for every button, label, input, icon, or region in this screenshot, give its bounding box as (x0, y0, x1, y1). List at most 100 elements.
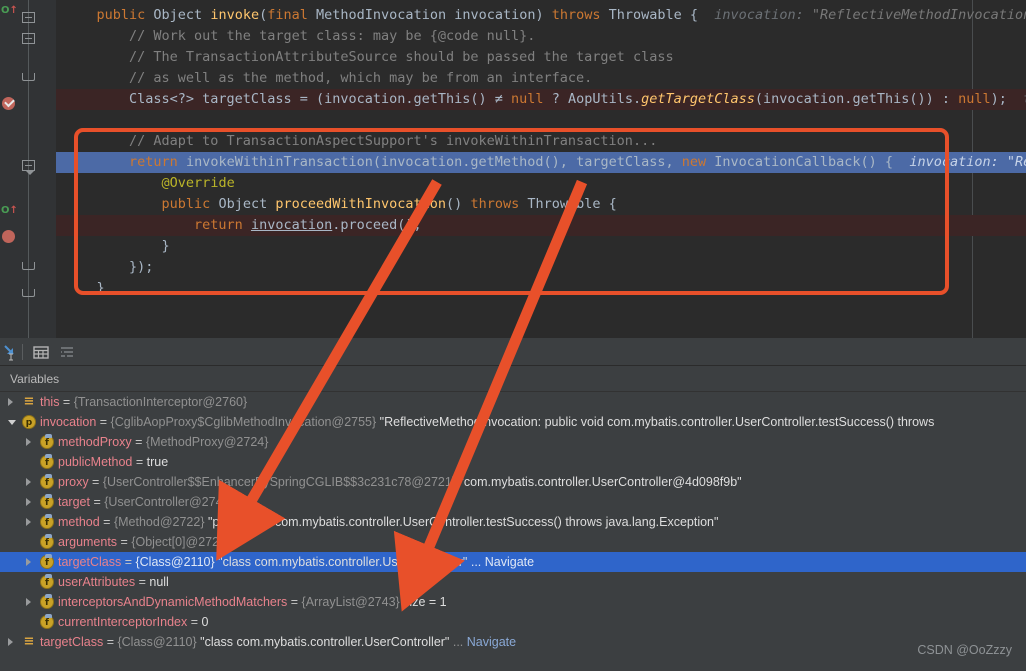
variable-token: "com.mybatis.controller.UserController@4… (456, 475, 742, 489)
code-token: } (64, 280, 105, 296)
code-line[interactable]: @Override (56, 173, 1026, 194)
code-line[interactable]: public Object invoke(final MethodInvocat… (56, 5, 1026, 26)
variable-label: targetClass = {Class@2110} "class com.my… (40, 632, 516, 652)
var-row-userAttributes[interactable]: f userAttributes = null (0, 572, 1026, 592)
code-line[interactable]: public Object proceedWithInvocation() th… (56, 194, 1026, 215)
variable-label: userAttributes = null (58, 572, 169, 592)
code-token: @Override (161, 175, 235, 191)
variable-token: {ArrayList@2743} (301, 595, 400, 609)
code-token: ≠ (494, 91, 512, 107)
var-row-arguments[interactable]: f arguments = {Object[0]@2723} (0, 532, 1026, 552)
chevron-right-icon[interactable] (26, 438, 31, 446)
field-icon: f (40, 474, 54, 489)
var-row-methodProxy[interactable]: f methodProxy = {MethodProxy@2724} (0, 432, 1026, 452)
chevron-right-icon[interactable] (26, 478, 31, 486)
code-token: null (511, 91, 544, 107)
code-fold-icon[interactable] (22, 73, 35, 81)
chevron-right-icon[interactable] (8, 398, 13, 406)
variable-token: proxy (58, 475, 89, 489)
code-line[interactable]: return invocation.proceed(); (56, 215, 1026, 236)
field-icon: f (40, 594, 54, 609)
variable-label: methodProxy = {MethodProxy@2724} (58, 432, 268, 452)
var-row-targetClass-inner[interactable]: f targetClass = {Class@2110} "class com.m… (0, 552, 1026, 572)
code-token: InvocationCallback() { (714, 154, 894, 170)
variable-token: invocation (40, 415, 97, 429)
debugger-toolbar[interactable] (0, 338, 1026, 366)
breakpoint-icon[interactable] (2, 97, 15, 110)
chevron-right-icon[interactable] (26, 598, 31, 606)
variable-token: = (117, 535, 132, 549)
var-row-this[interactable]: ≡ this = {TransactionInterceptor@2760} (0, 392, 1026, 412)
variables-list[interactable]: ≡ this = {TransactionInterceptor@2760} p in… (0, 392, 1026, 671)
code-fold-icon[interactable] (22, 12, 35, 23)
var-row-proxy[interactable]: f proxy = {UserController$$EnhancerBySpri… (0, 472, 1026, 492)
code-fold-icon[interactable] (22, 289, 35, 297)
variable-token: target (58, 495, 90, 509)
variable-token: this (40, 395, 60, 409)
variable-token: targetClass (40, 635, 104, 649)
code-token: invocation (250, 217, 333, 233)
override-marker-invoke-icon[interactable]: O↑ (1, 6, 18, 16)
code-fold-icon[interactable] (22, 160, 35, 175)
variable-token: ... (467, 555, 485, 569)
code-line[interactable] (56, 110, 1026, 131)
variable-token: = (89, 495, 105, 509)
local-variable-icon: ≡ (23, 394, 35, 409)
variable-label: invocation = {CglibAopProxy$CglibMethodI… (40, 412, 934, 432)
code-token: Throwable { (527, 196, 617, 212)
chevron-right-icon[interactable] (26, 558, 31, 566)
code-line[interactable]: // Work out the target class: may be {@c… (56, 26, 1026, 47)
var-row-currentInterceptorIndex[interactable]: f currentInterceptorIndex = 0 (0, 612, 1026, 632)
code-token: ); (990, 91, 1007, 107)
code-line[interactable]: Class<?> targetClass = (invocation.getTh… (56, 89, 1026, 110)
var-row-method[interactable]: f method = {Method@2722} "public void com… (0, 512, 1026, 532)
code-token: invokeWithinTransaction(invocation.getMe… (185, 154, 682, 170)
toolbar-separator (22, 344, 23, 360)
var-row-target[interactable]: f target = {UserController@2742} (0, 492, 1026, 512)
chevron-right-icon[interactable] (8, 638, 13, 646)
code-line[interactable]: // The TransactionAttributeSource should… (56, 47, 1026, 68)
var-row-targetClass-local[interactable]: ≡ targetClass = {Class@2110} "class com.m… (0, 632, 1026, 652)
code-fold-icon[interactable] (22, 262, 35, 270)
code-line[interactable]: // Adapt to TransactionAspectSupport's i… (56, 131, 1026, 152)
code-line[interactable]: return invokeWithinTransaction(invocatio… (56, 152, 1026, 173)
code-line[interactable]: // as well as the method, which may be f… (56, 68, 1026, 89)
debugger-panel[interactable]: Variables ≡ this = {TransactionIntercepto… (0, 338, 1026, 671)
variable-token: Navigate (484, 555, 535, 569)
code-editor[interactable]: O↑ O↑ public Object invoke(final MethodIn… (0, 0, 1026, 338)
code-token: public (96, 7, 154, 23)
variable-token: = (121, 555, 136, 569)
field-icon: f (40, 534, 54, 549)
code-fold-icon[interactable] (22, 33, 35, 44)
variables-tab[interactable]: Variables (0, 366, 1026, 392)
field-icon: f (40, 554, 54, 569)
var-row-invocation[interactable]: p invocation = {CglibAopProxy$CglibMethod… (0, 412, 1026, 432)
breakpoint-icon[interactable] (2, 230, 15, 243)
chevron-down-icon[interactable] (8, 420, 16, 425)
variable-token: {UserController$$EnhancerBySpringCGLIB$$… (102, 475, 457, 489)
variable-token: arguments (58, 535, 118, 549)
var-row-publicMethod[interactable]: f publicMethod = true (0, 452, 1026, 472)
chevron-right-icon[interactable] (26, 498, 31, 506)
group-by-icon[interactable] (58, 343, 76, 361)
code-line[interactable]: } (56, 278, 1026, 299)
table-view-icon[interactable] (32, 343, 50, 361)
code-area[interactable]: public Object invoke(final MethodInvocat… (56, 0, 1026, 338)
editor-gutter[interactable]: O↑ O↑ (0, 0, 56, 338)
code-token: invoke (210, 7, 260, 23)
variable-token: {TransactionInterceptor@2760} (73, 395, 248, 409)
var-row-interceptorsAndDynamicMethodMatchers[interactable]: f interceptorsAndDynamicMethodMatchers = … (0, 592, 1026, 612)
variable-token: = (131, 435, 146, 449)
jump-to-cursor-icon[interactable] (2, 343, 20, 361)
watermark: CSDN @OoZzzy (917, 643, 1012, 657)
variable-token: {Class@2110} (135, 555, 215, 569)
override-marker-proceed-icon[interactable]: O↑ (1, 206, 18, 216)
code-token: () (446, 196, 471, 212)
variable-token: {CglibAopProxy$CglibMethodInvocation@275… (110, 415, 377, 429)
code-line[interactable]: }); (56, 257, 1026, 278)
chevron-right-icon[interactable] (26, 518, 31, 526)
code-line[interactable]: } (56, 236, 1026, 257)
